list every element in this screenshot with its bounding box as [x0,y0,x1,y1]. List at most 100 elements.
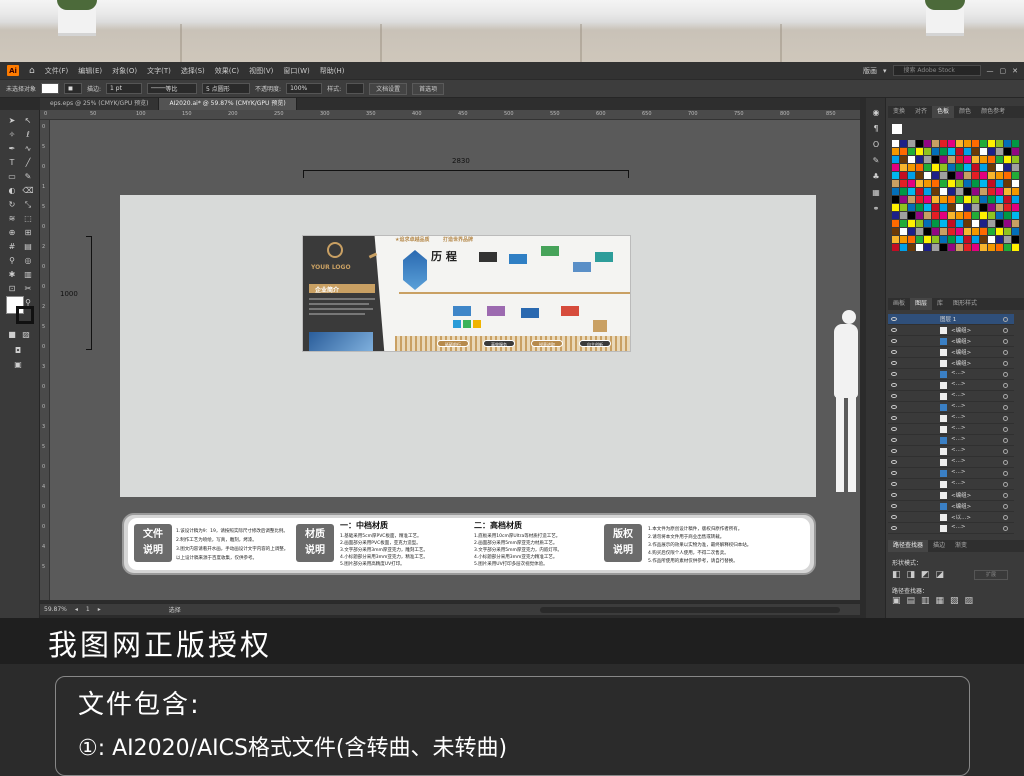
color-swatch[interactable] [964,188,971,195]
color-swatch[interactable] [916,188,923,195]
color-swatch[interactable] [916,156,923,163]
color-swatch[interactable] [932,156,939,163]
color-swatch[interactable] [908,156,915,163]
color-swatch[interactable] [980,140,987,147]
color-swatch[interactable] [980,180,987,187]
color-swatch[interactable] [900,244,907,251]
visibility-eye-icon[interactable] [891,416,897,420]
color-swatch[interactable] [964,236,971,243]
graph-tool-icon[interactable]: ▥ [22,270,34,280]
color-swatch[interactable] [940,156,947,163]
color-swatch[interactable] [972,172,979,179]
color-swatch[interactable] [1004,164,1011,171]
layer-row[interactable]: <编组> [888,501,1014,512]
tab-stroke[interactable]: 描边 [928,540,950,552]
color-swatch[interactable] [956,148,963,155]
color-swatch[interactable] [988,164,995,171]
color-swatch[interactable] [996,172,1003,179]
shape-mode-icons[interactable]: ◧◨◩◪ [892,570,950,580]
workspace-switcher[interactable]: 版画 [863,66,877,76]
color-swatch[interactable] [940,188,947,195]
visibility-eye-icon[interactable] [891,405,897,409]
layer-row[interactable]: <编组> [888,347,1014,358]
target-icon[interactable] [1003,350,1008,355]
target-icon[interactable] [1003,515,1008,520]
color-swatch[interactable] [932,188,939,195]
color-swatch[interactable] [900,156,907,163]
color-swatch[interactable] [1012,164,1019,171]
tab-color[interactable]: 颜色 [954,106,976,118]
color-swatch[interactable] [980,188,987,195]
direct-selection-tool-icon[interactable]: ↖ [22,116,34,126]
color-swatch[interactable] [924,228,931,235]
color-swatch[interactable] [900,164,907,171]
brushes-panel-icon[interactable]: ✎ [870,156,882,166]
color-swatch[interactable] [1012,196,1019,203]
color-swatch[interactable] [916,140,923,147]
color-swatch[interactable] [916,220,923,227]
color-swatch[interactable] [956,164,963,171]
paragraph-panel-icon[interactable]: ¶ [870,124,882,134]
color-swatch[interactable] [924,204,931,211]
color-swatch[interactable] [916,244,923,251]
color-swatch[interactable] [988,228,995,235]
color-swatch[interactable] [892,212,899,219]
color-swatch[interactable] [956,220,963,227]
tab-artboards[interactable]: 画板 [888,298,910,310]
color-swatch[interactable] [892,188,899,195]
color-swatch[interactable] [900,148,907,155]
color-swatch[interactable] [964,156,971,163]
color-swatch[interactable] [924,188,931,195]
color-swatch[interactable] [1012,212,1019,219]
color-swatch[interactable] [940,140,947,147]
color-swatch[interactable] [988,172,995,179]
color-swatch[interactable] [940,180,947,187]
color-swatch[interactable] [892,228,899,235]
layer-row[interactable]: <编组> [888,490,1014,501]
menu-type[interactable]: 文字(T) [142,66,176,76]
color-swatch[interactable] [980,220,987,227]
color-swatch[interactable] [972,140,979,147]
color-swatch[interactable] [1012,156,1019,163]
color-swatch[interactable] [924,164,931,171]
tab-align[interactable]: 对齐 [910,106,932,118]
color-swatch[interactable] [932,228,939,235]
color-swatch[interactable] [932,236,939,243]
visibility-eye-icon[interactable] [891,493,897,497]
type-tool-icon[interactable]: T [6,158,18,168]
color-swatch[interactable] [996,196,1003,203]
color-swatch[interactable] [996,156,1003,163]
color-swatch[interactable] [940,212,947,219]
menu-view[interactable]: 视图(V) [244,66,278,76]
layer-row[interactable]: <...> [888,380,1014,391]
color-swatch[interactable] [916,204,923,211]
color-swatch[interactable] [908,164,915,171]
color-swatch[interactable] [964,228,971,235]
color-swatch[interactable] [996,204,1003,211]
color-swatch[interactable] [1004,220,1011,227]
color-swatch[interactable] [900,196,907,203]
shape-builder-tool-icon[interactable]: ⊕ [6,228,18,238]
color-swatch[interactable] [948,228,955,235]
color-swatch[interactable] [972,164,979,171]
color-swatch[interactable] [956,180,963,187]
color-swatch[interactable] [1004,244,1011,251]
vertical-ruler[interactable]: 0 5 0 1 5 0 2 0 0 2 5 0 3 0 0 3 5 0 4 0 0 4 5 [40,120,50,600]
color-swatch[interactable] [1012,188,1019,195]
lasso-tool-icon[interactable]: ℓ [22,130,34,140]
target-icon[interactable] [1003,526,1008,531]
color-swatch[interactable] [940,204,947,211]
layer-row[interactable]: <编组> [888,325,1014,336]
color-swatch[interactable] [900,140,907,147]
color-swatch[interactable] [908,244,915,251]
color-swatch[interactable] [1004,228,1011,235]
color-swatch[interactable] [964,172,971,179]
style-select[interactable] [346,83,365,94]
color-swatch[interactable] [972,204,979,211]
color-swatch[interactable] [948,220,955,227]
color-swatch[interactable] [948,164,955,171]
color-swatch[interactable] [956,204,963,211]
color-swatch[interactable] [996,180,1003,187]
stock-search-input[interactable]: 搜索 Adobe Stock [892,65,981,76]
color-swatch[interactable] [908,180,915,187]
